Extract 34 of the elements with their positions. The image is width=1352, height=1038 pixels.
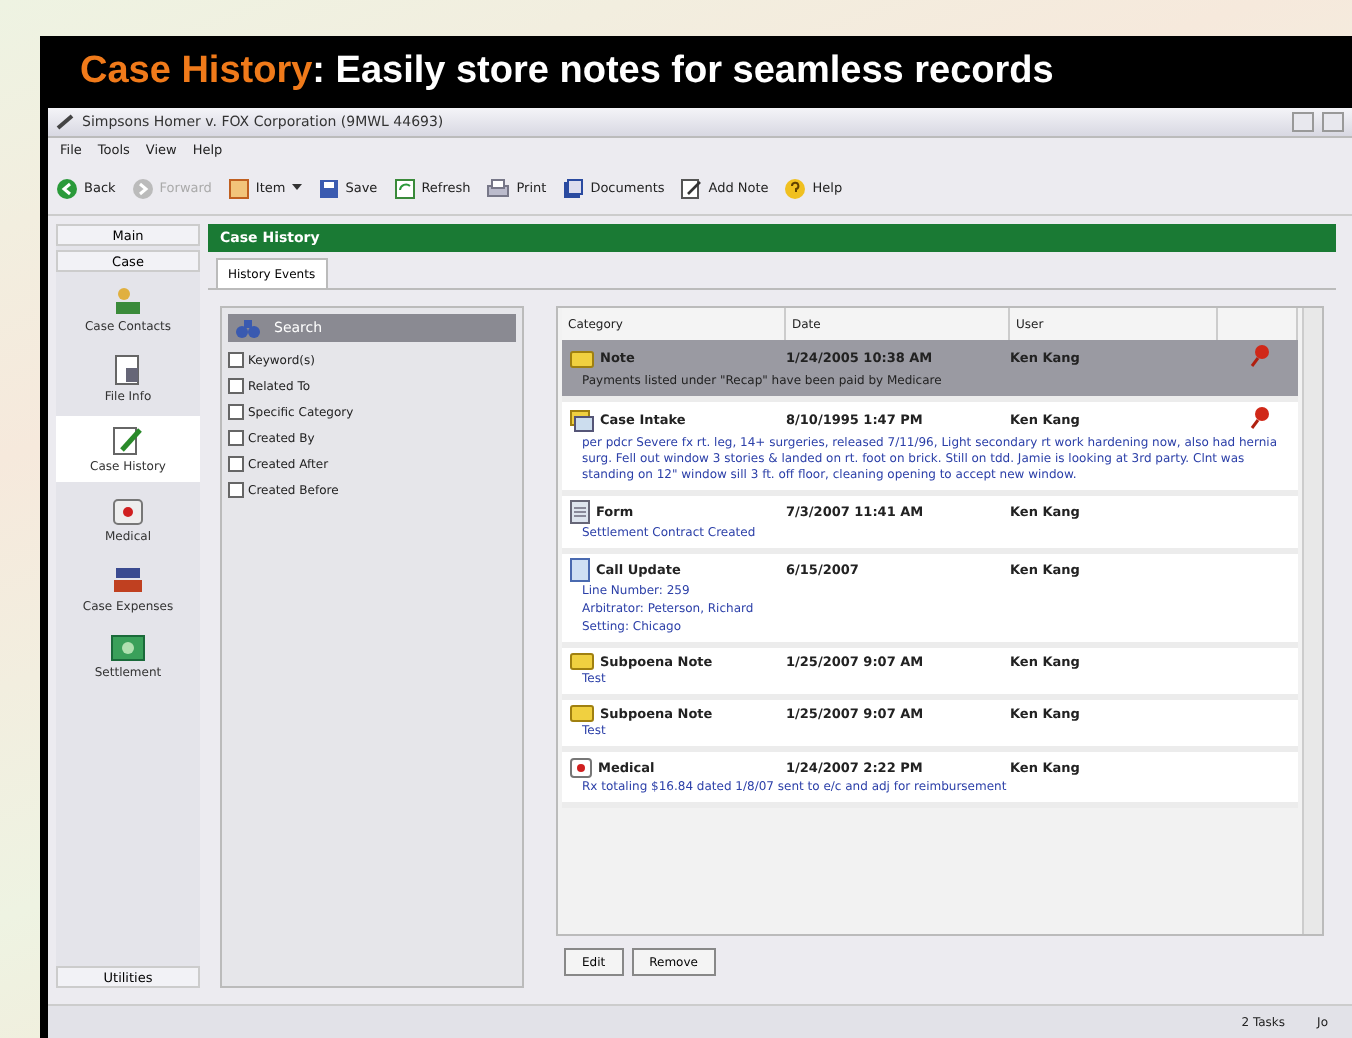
- folder-icon: [570, 652, 594, 670]
- printer-icon: [486, 177, 511, 199]
- app-icon: [56, 114, 74, 130]
- file-icon: [114, 354, 142, 386]
- money-icon: [110, 634, 146, 662]
- refresh-icon: [393, 177, 416, 199]
- medical-kit-icon: [112, 494, 144, 526]
- folder-icon: [570, 704, 594, 722]
- caret-icon: [291, 184, 302, 192]
- people-icon: [112, 284, 144, 316]
- checkbox[interactable]: [228, 482, 244, 498]
- form-icon: [570, 500, 590, 524]
- medical-kit-icon: [570, 756, 592, 778]
- pushpin-icon: [1250, 406, 1270, 430]
- history-row[interactable]: [562, 402, 1298, 496]
- checkbox[interactable]: [228, 456, 244, 472]
- banner-title: Case History: Easily store notes for seamless records: [78, 48, 1056, 96]
- documents-icon: [562, 177, 585, 199]
- binoculars-icon: [234, 317, 262, 339]
- pushpin-icon: [1250, 344, 1270, 368]
- document-icon: [570, 558, 590, 582]
- scrollbar[interactable]: [1302, 308, 1322, 934]
- checkbox[interactable]: [228, 378, 244, 394]
- save-icon: [317, 177, 340, 199]
- item-icon: [227, 177, 250, 199]
- checkbox[interactable]: [228, 404, 244, 420]
- add-note-icon: [680, 177, 703, 199]
- help-icon: [784, 177, 807, 199]
- cash-register-icon: [112, 564, 144, 596]
- notepad-pencil-icon: [112, 424, 144, 456]
- checkbox[interactable]: [228, 430, 244, 446]
- document-stack-icon: [570, 409, 594, 431]
- checkbox[interactable]: [228, 352, 244, 368]
- folder-icon: [570, 349, 594, 367]
